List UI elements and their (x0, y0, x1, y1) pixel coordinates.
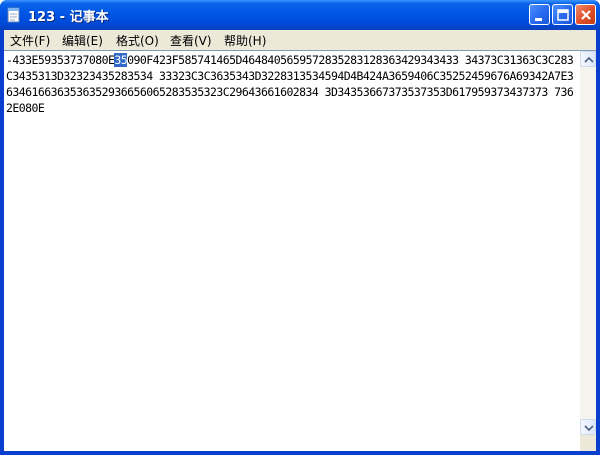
minimize-icon (535, 18, 542, 21)
scroll-down-button[interactable] (580, 419, 596, 435)
maximize-icon (557, 9, 569, 21)
close-button[interactable] (575, 4, 596, 25)
scroll-up-icon (584, 56, 594, 63)
menu-file[interactable]: 文件(F) (10, 32, 50, 49)
menu-help[interactable]: 帮助(H) (224, 32, 266, 49)
selected-text: 35 (114, 53, 128, 67)
close-icon (581, 10, 591, 20)
scroll-up-button[interactable] (580, 51, 596, 67)
menu-view[interactable]: 查看(V) (170, 32, 212, 49)
menu-bar: 文件(F) 编辑(E) 格式(O) 查看(V) 帮助(H) (4, 30, 596, 50)
menu-edit[interactable]: 编辑(E) (62, 32, 103, 49)
notepad-window: 123 - 记事本 文件(F) 编辑(E) 格式(O) 查看(V) 帮助(H) … (0, 0, 600, 455)
window-title: 123 - 记事本 (28, 10, 109, 25)
minimize-button[interactable] (529, 4, 550, 25)
menu-format[interactable]: 格式(O) (116, 32, 159, 49)
text-before-selection: -433E59353737080E (6, 53, 115, 67)
size-grip[interactable] (580, 435, 596, 451)
document-text[interactable]: -433E59353737080E35090F423F585741465D464… (6, 52, 576, 432)
title-bar[interactable]: 123 - 记事本 (0, 0, 600, 30)
vertical-scrollbar[interactable] (580, 51, 596, 451)
edit-area[interactable]: -433E59353737080E35090F423F585741465D464… (4, 50, 596, 451)
scroll-down-icon (584, 425, 594, 432)
maximize-button[interactable] (552, 4, 573, 25)
notepad-icon (7, 7, 20, 23)
